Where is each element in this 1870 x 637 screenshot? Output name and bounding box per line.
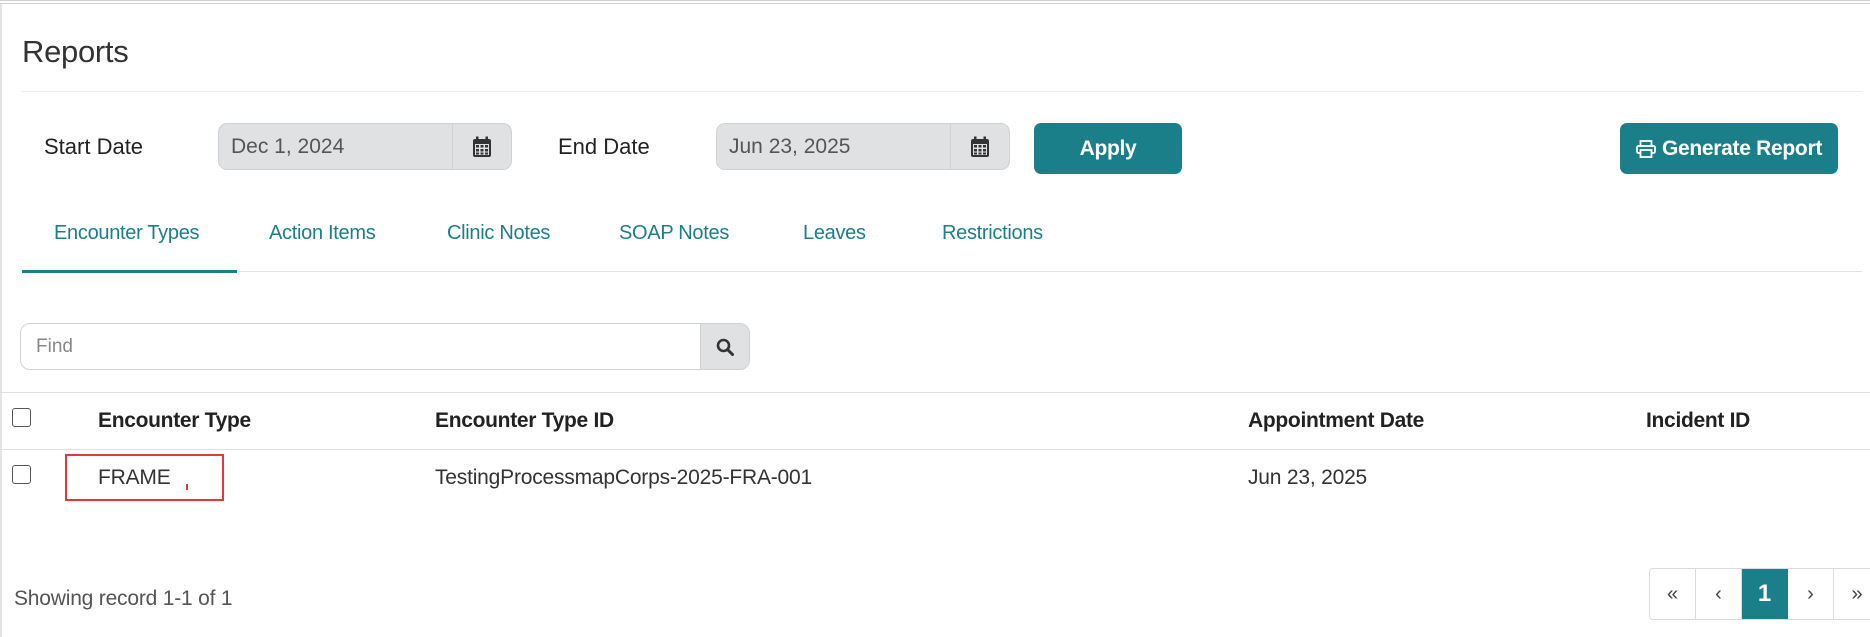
pagination: « ‹ 1 › » [1649,568,1870,620]
cell-encounter-type-id: TestingProcessmapCorps-2025-FRA-001 [435,466,812,489]
generate-report-button[interactable]: Generate Report [1620,123,1838,174]
apply-button[interactable]: Apply [1034,123,1182,174]
print-icon [1636,139,1656,158]
row-checkbox[interactable] [12,465,31,484]
end-date-calendar-button[interactable] [950,123,1010,170]
tab-soap-notes[interactable]: SOAP Notes [619,222,729,245]
next-page-button[interactable]: › [1788,569,1834,619]
end-date-label: End Date [558,134,650,159]
page-title: Reports [22,34,129,69]
report-tabs: Encounter Types Action Items Clinic Note… [22,212,1862,273]
last-page-button[interactable]: » [1834,569,1870,619]
active-tab-indicator [22,270,237,273]
calendar-icon [473,136,491,157]
column-header-incident-id[interactable]: Incident ID [1646,409,1750,433]
tab-restrictions[interactable]: Restrictions [942,222,1043,245]
generate-report-label: Generate Report [1661,136,1823,160]
end-date-input[interactable]: Jun 23, 2025 [716,123,952,170]
search-button[interactable] [700,323,750,370]
start-date-calendar-button[interactable] [452,123,512,170]
search-input[interactable]: Find [20,323,702,370]
table-header-bottom-border [0,449,1870,450]
start-date-label: Start Date [44,134,144,159]
tab-action-items[interactable]: Action Items [269,222,376,245]
table-header-top-border [0,392,1870,393]
tab-leaves[interactable]: Leaves [803,222,866,245]
first-page-button[interactable]: « [1650,569,1696,619]
column-header-encounter-type-id[interactable]: Encounter Type ID [435,409,614,433]
window-top-border [0,0,1870,4]
window-left-border [0,4,2,637]
tab-encounter-types[interactable]: Encounter Types [54,222,200,245]
start-date-input[interactable]: Dec 1, 2024 [218,123,454,170]
tab-clinic-notes[interactable]: Clinic Notes [447,222,550,245]
select-all-checkbox[interactable] [12,408,31,427]
column-header-encounter-type[interactable]: Encounter Type [98,409,251,433]
record-count-text: Showing record 1-1 of 1 [14,587,233,610]
calendar-icon [971,136,989,157]
search-icon [716,338,734,356]
title-divider [22,91,1862,92]
page-1-button[interactable]: 1 [1742,569,1788,619]
annotation-mark [186,484,188,490]
column-header-appointment-date[interactable]: Appointment Date [1248,409,1424,433]
cell-appointment-date: Jun 23, 2025 [1248,466,1368,489]
apply-button-label: Apply [1079,136,1137,160]
previous-page-button[interactable]: ‹ [1696,569,1742,619]
highlight-annotation-box [65,454,224,501]
